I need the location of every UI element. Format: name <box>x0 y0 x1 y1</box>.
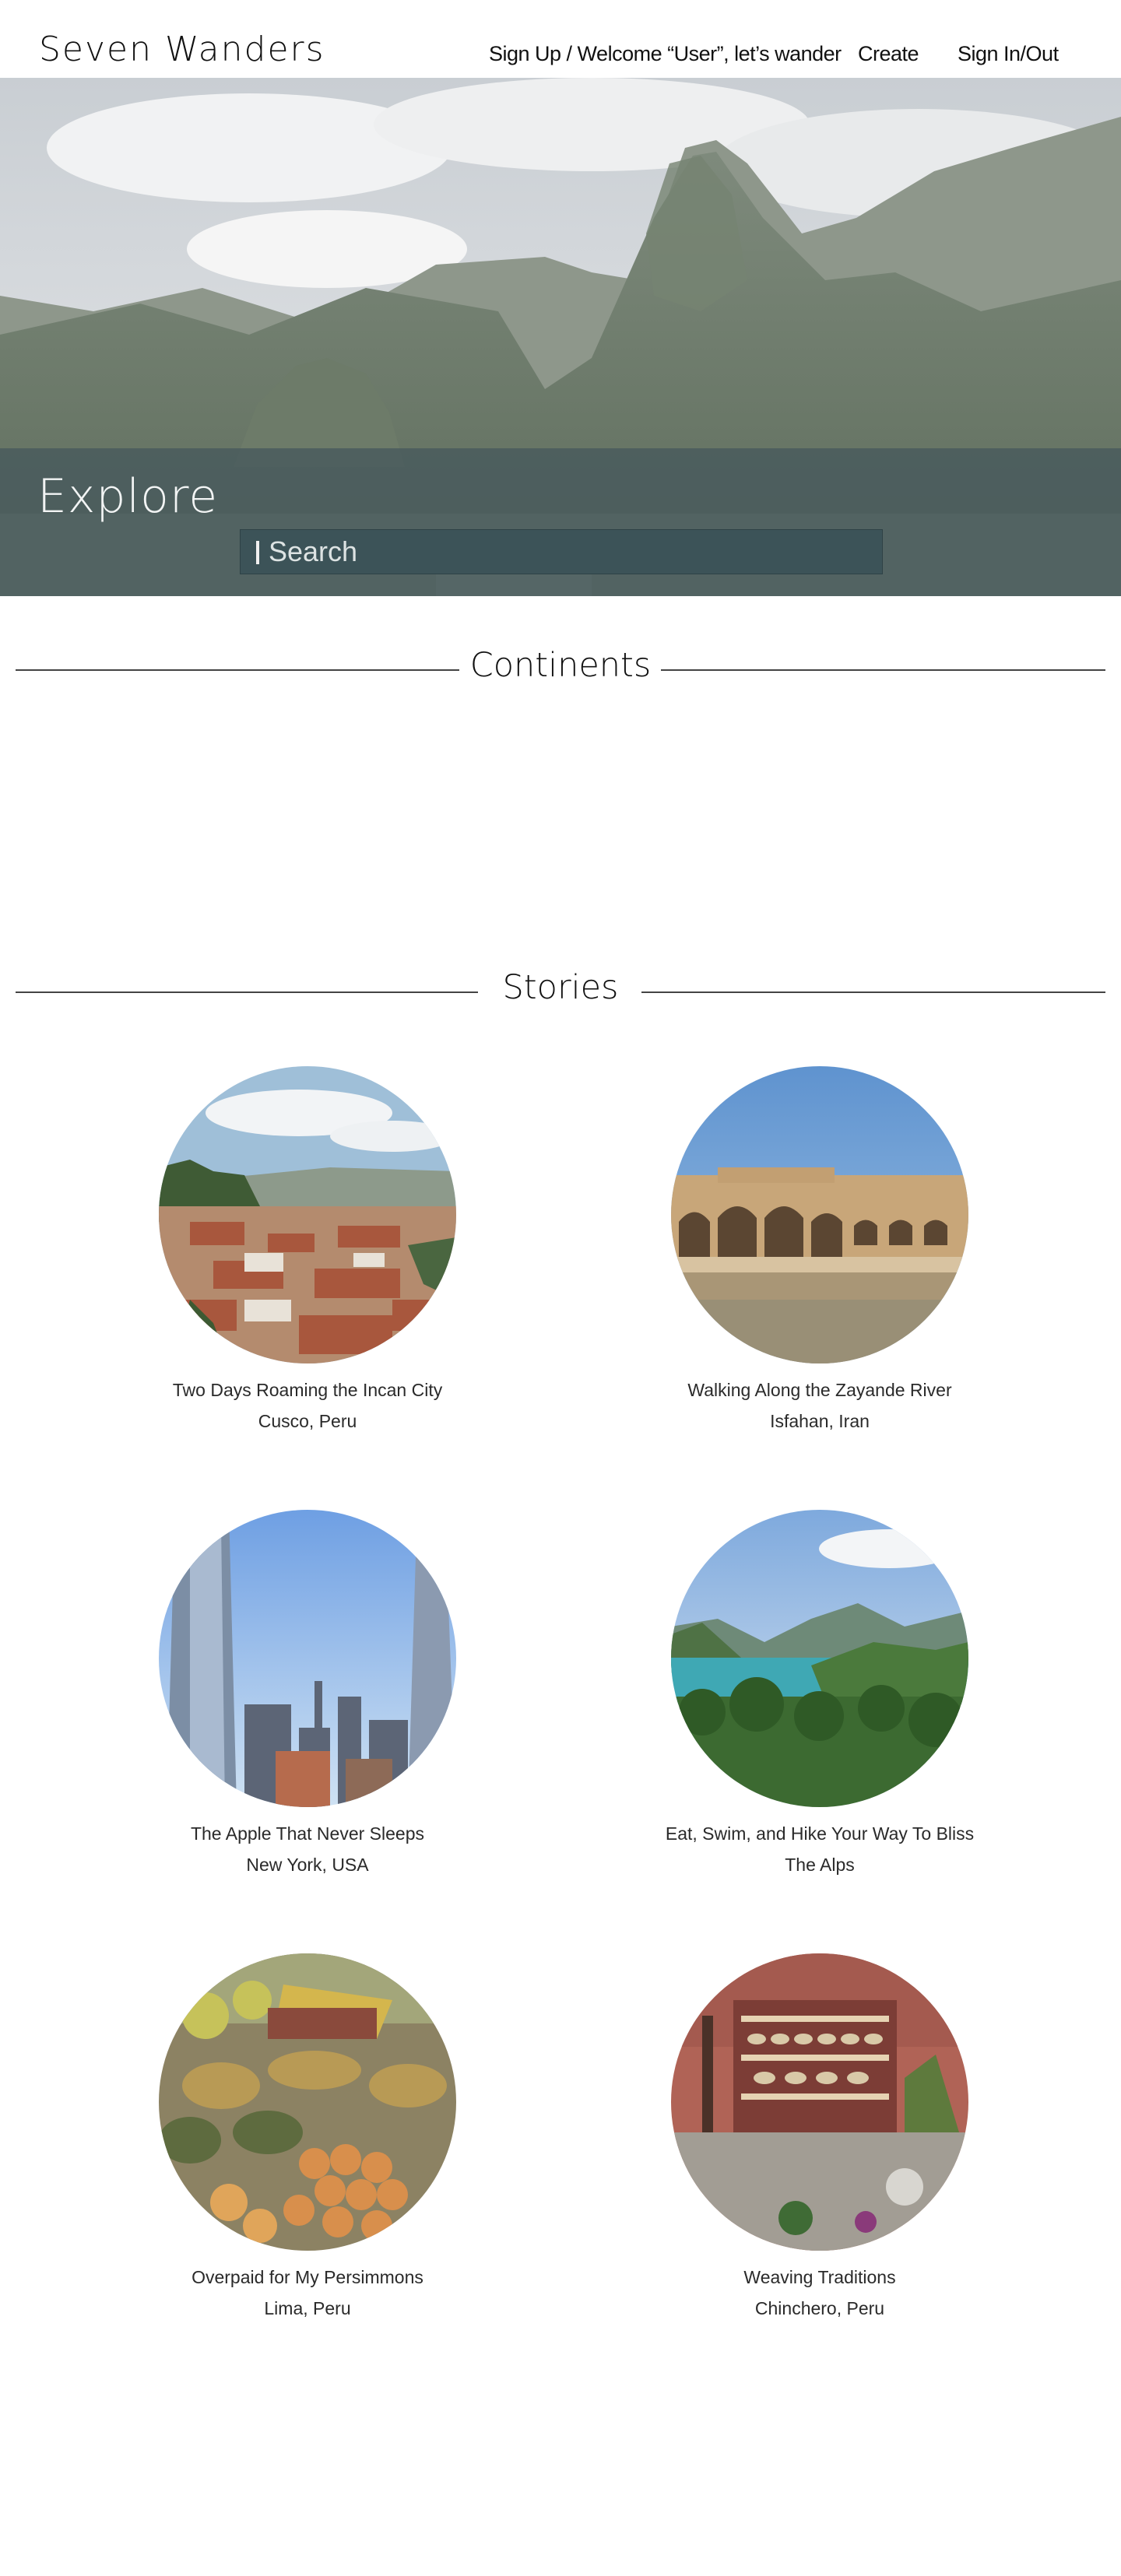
site-header: Seven Wanders Sign Up / Welcome “User”, … <box>0 0 1121 78</box>
story-location: Cusco, Peru <box>258 1411 357 1431</box>
new-york-skyline-image <box>159 1510 456 1807</box>
hero-banner: Explore <box>0 78 1121 596</box>
story-location: Lima, Peru <box>264 2298 351 2318</box>
nav-signup-link[interactable]: Sign Up / Welcome “User”, let’s wander <box>489 42 842 66</box>
search-input[interactable] <box>269 530 876 574</box>
story-location: Isfahan, Iran <box>770 1411 870 1431</box>
continents-section-header: Continents <box>16 646 1105 693</box>
story-card-alps[interactable]: Eat, Swim, and Hike Your Way To Bliss Th… <box>625 1510 1014 1880</box>
story-title[interactable]: Walking Along the Zayande River <box>625 1374 1014 1406</box>
story-thumbnail[interactable] <box>159 1510 456 1807</box>
nav-create-link[interactable]: Create <box>858 42 919 66</box>
story-card-cusco[interactable]: Two Days Roaming the Incan City Cusco, P… <box>113 1066 502 1437</box>
story-title[interactable]: The Apple That Never Sleeps <box>113 1818 502 1849</box>
chinchero-weaving-image <box>671 1953 968 2251</box>
story-location: New York, USA <box>246 1855 369 1875</box>
search-box[interactable] <box>240 529 883 574</box>
story-thumbnail[interactable] <box>159 1953 456 2251</box>
story-thumbnail[interactable] <box>671 1953 968 2251</box>
story-title[interactable]: Eat, Swim, and Hike Your Way To Bliss <box>625 1818 1014 1849</box>
story-thumbnail[interactable] <box>671 1066 968 1363</box>
continents-heading: Continents <box>469 646 652 685</box>
site-logo[interactable]: Seven Wanders <box>39 30 325 69</box>
explore-heading: Explore <box>37 469 219 524</box>
story-card-isfahan[interactable]: Walking Along the Zayande River Isfahan,… <box>625 1066 1014 1437</box>
story-card-lima[interactable]: Overpaid for My Persimmons Lima, Peru <box>113 1953 502 2324</box>
story-title[interactable]: Overpaid for My Persimmons <box>113 2262 502 2293</box>
story-title[interactable]: Weaving Traditions <box>625 2262 1014 2293</box>
story-title[interactable]: Two Days Roaming the Incan City <box>113 1374 502 1406</box>
story-location: Chinchero, Peru <box>754 2298 885 2318</box>
text-cursor-icon <box>256 541 259 564</box>
story-location: The Alps <box>785 1855 855 1875</box>
explore-panel: Explore <box>0 448 1121 596</box>
story-thumbnail[interactable] <box>159 1066 456 1363</box>
cusco-city-image <box>159 1066 456 1363</box>
nav-signin-link[interactable]: Sign In/Out <box>958 42 1059 66</box>
story-thumbnail[interactable] <box>671 1510 968 1807</box>
lima-fruit-market-image <box>159 1953 456 2251</box>
alps-lake-image <box>671 1510 968 1807</box>
isfahan-bridge-image <box>671 1066 968 1363</box>
story-card-chinchero[interactable]: Weaving Traditions Chinchero, Peru <box>625 1953 1014 2324</box>
story-card-new-york[interactable]: The Apple That Never Sleeps New York, US… <box>113 1510 502 1880</box>
stories-section-header: Stories <box>16 968 1105 1015</box>
stories-heading: Stories <box>502 968 619 1007</box>
